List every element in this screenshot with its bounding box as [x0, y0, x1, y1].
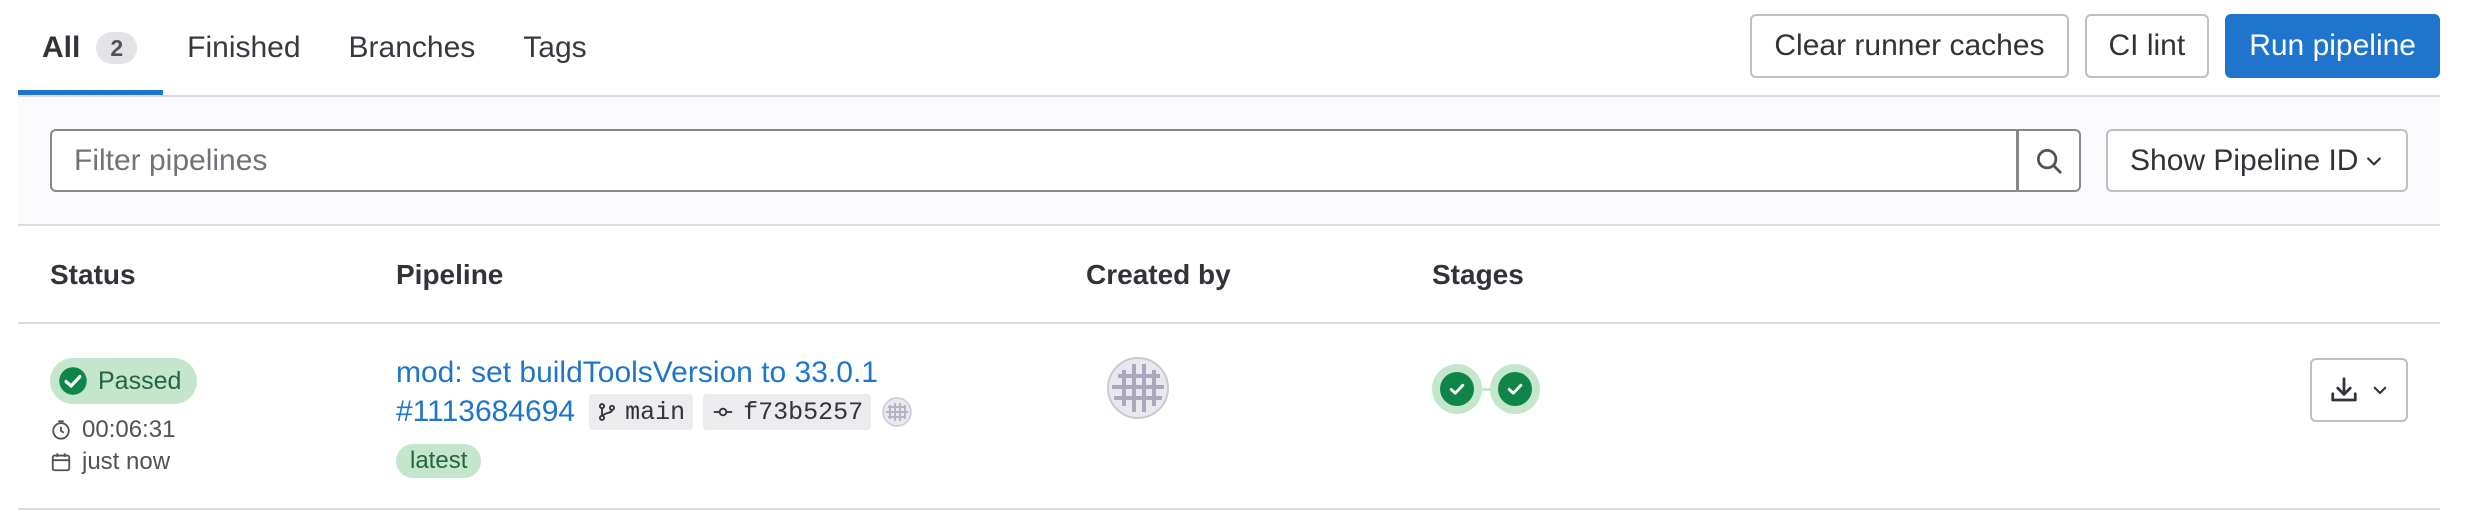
pipeline-commit-title-link[interactable]: mod: set buildToolsVersion to 33.0.1	[396, 356, 878, 390]
pipeline-meta: #1113684694 main f73b5257	[396, 394, 913, 430]
run-pipeline-button[interactable]: Run pipeline	[2225, 14, 2440, 78]
commit-sha-value: f73b5257	[743, 397, 864, 427]
finished-value: just now	[82, 448, 171, 475]
header-created-by: Created by	[1086, 259, 1231, 290]
download-artifacts-button[interactable]	[2310, 358, 2408, 422]
tab-all[interactable]: All 2	[18, 0, 164, 95]
stage-2-status[interactable]	[1490, 364, 1540, 414]
status-label: Passed	[98, 366, 182, 395]
stage-connector	[1482, 387, 1490, 391]
clock-icon	[52, 420, 70, 440]
pipeline-tabs: All 2 Finished Branches Tags	[18, 0, 611, 95]
download-icon	[2331, 377, 2357, 402]
branch-name: main	[625, 397, 686, 427]
pipeline-id-link[interactable]: #1113684694	[396, 395, 575, 429]
tab-tags-label: Tags	[523, 30, 587, 64]
avatar[interactable]	[1106, 356, 1170, 420]
commit-sha[interactable]: f73b5257	[703, 394, 872, 430]
search-button[interactable]	[2017, 129, 2081, 192]
header-stages: Stages	[1432, 259, 1524, 290]
header-pipeline: Pipeline	[396, 259, 504, 290]
clear-runner-caches-button[interactable]: Clear runner caches	[1750, 14, 2069, 78]
tab-branches[interactable]: Branches	[325, 0, 500, 95]
tab-finished-label: Finished	[187, 30, 301, 64]
header-actions: Clear runner caches CI lint Run pipeline	[1750, 14, 2440, 78]
ci-lint-button[interactable]: CI lint	[2084, 14, 2210, 78]
user-avatar-icon	[1107, 357, 1169, 419]
tab-tags[interactable]: Tags	[499, 0, 610, 95]
table-header: Status Pipeline Created by Stages	[18, 226, 2440, 324]
table-row: Passed 00:06:31 just now mod: set buildT…	[18, 324, 2440, 510]
duration: 00:06:31	[50, 416, 175, 444]
commit-icon	[713, 407, 733, 417]
search-icon	[2037, 148, 2062, 174]
duration-value: 00:06:31	[82, 416, 176, 443]
show-pipeline-id-label: Show Pipeline ID	[2130, 143, 2359, 177]
stage-1-status[interactable]	[1432, 364, 1482, 414]
latest-badge: latest	[396, 444, 482, 478]
filter-pipelines-input[interactable]	[50, 129, 2018, 192]
commit-author-avatar-icon[interactable]	[881, 396, 913, 428]
status-success-icon	[59, 367, 87, 395]
branch-ref[interactable]: main	[589, 394, 694, 430]
filter-bar: Show Pipeline ID	[18, 97, 2440, 226]
branch-icon	[599, 403, 616, 421]
tab-all-count-badge: 2	[96, 31, 138, 64]
tab-finished[interactable]: Finished	[163, 0, 324, 95]
status-badge[interactable]: Passed	[50, 358, 198, 404]
tab-branches-label: Branches	[348, 30, 476, 64]
finished-time: just now	[50, 448, 170, 476]
status-success-icon	[1507, 383, 1523, 395]
chevron-down-icon	[2373, 386, 2387, 395]
pipeline-stages	[1432, 364, 1540, 414]
tab-all-label: All	[42, 30, 81, 64]
chevron-down-icon	[2367, 156, 2381, 165]
show-pipeline-id-dropdown[interactable]: Show Pipeline ID	[2106, 129, 2408, 192]
header-status: Status	[50, 259, 136, 290]
calendar-icon	[51, 453, 71, 472]
status-success-icon	[1449, 383, 1465, 395]
